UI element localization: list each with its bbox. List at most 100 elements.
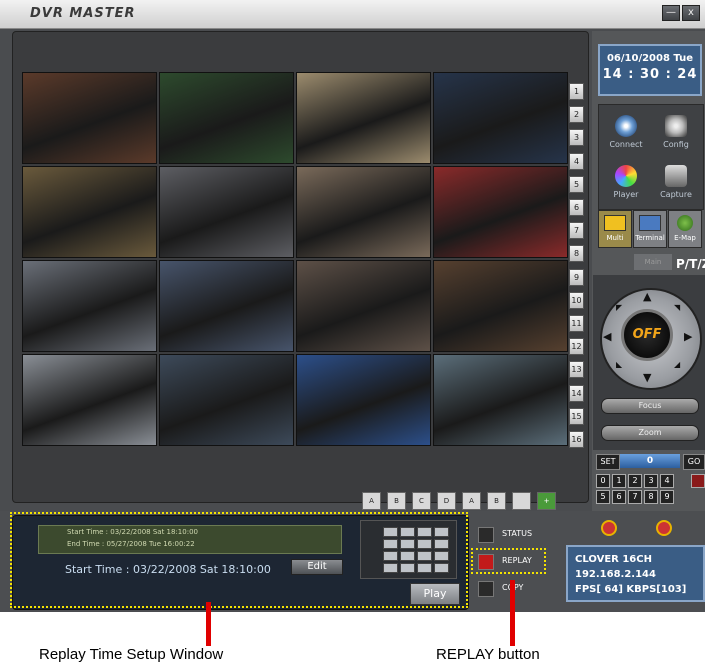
copy-button[interactable]: COPY: [476, 578, 562, 598]
channel-button[interactable]: 15: [569, 407, 584, 425]
layout-button[interactable]: A: [462, 492, 481, 510]
tab-emap[interactable]: E-Map: [668, 210, 702, 248]
layout-button[interactable]: [512, 492, 531, 510]
camera-tile[interactable]: [296, 354, 431, 446]
set-button[interactable]: SET: [596, 454, 620, 470]
ptz-off-button[interactable]: OFF: [621, 309, 673, 361]
preset-number-key[interactable]: 4: [660, 474, 674, 488]
go-button[interactable]: GO: [683, 454, 705, 470]
channel-button[interactable]: 6: [569, 199, 584, 216]
config-button[interactable]: Config: [651, 107, 701, 157]
preset-value: 0: [620, 454, 680, 468]
player-button[interactable]: Player: [601, 157, 651, 207]
channel-button[interactable]: 11: [569, 315, 584, 332]
preset-row: SET 0 GO: [594, 454, 705, 470]
arrow-down-icon[interactable]: ▼: [643, 371, 651, 384]
player-icon: [615, 165, 637, 187]
arrow-down-right-icon[interactable]: ◢: [674, 360, 680, 369]
button-pointer: [510, 580, 515, 646]
emap-icon: [677, 215, 693, 231]
annotation-button-label: REPLAY button: [436, 646, 540, 663]
arrow-down-left-icon[interactable]: ◣: [616, 360, 622, 369]
connect-button[interactable]: Connect: [601, 107, 651, 157]
date-time-display: 06/10/2008 Tue 14 : 30 : 24: [598, 44, 702, 96]
function-buttons: Connect Config Player Capture: [598, 104, 704, 210]
camera-tile[interactable]: [22, 354, 157, 446]
channel-button[interactable]: 2: [569, 106, 584, 124]
focus-slider[interactable]: Focus: [601, 398, 699, 414]
camera-tile[interactable]: [22, 260, 157, 352]
camera-tile[interactable]: [159, 166, 294, 258]
preset-number-key[interactable]: 9: [660, 490, 674, 504]
channel-button[interactable]: 9: [569, 268, 584, 286]
close-button[interactable]: x: [682, 5, 700, 21]
terminal-icon: [639, 215, 661, 231]
channel-button[interactable]: 5: [569, 175, 584, 193]
preset-number-key[interactable]: 0: [596, 474, 610, 488]
title-bar: DVR MASTER — x: [0, 0, 705, 29]
camera-tile[interactable]: [296, 260, 431, 352]
app-title: DVR MASTER: [30, 6, 136, 21]
window-pointer: [206, 602, 211, 646]
connection-status-box: CLOVER 16CH 192.168.2.144 FPS[ 64] KBPS[…: [566, 545, 705, 602]
record-lamp-icon: [601, 520, 617, 536]
arrow-up-left-icon[interactable]: ◤: [616, 303, 622, 312]
channel-button[interactable]: 14: [569, 384, 584, 402]
layout-button[interactable]: A: [362, 492, 381, 510]
camera-tile[interactable]: [159, 354, 294, 446]
layout-button[interactable]: D: [437, 492, 456, 510]
preset-number-key[interactable]: 2: [628, 474, 642, 488]
replay-window-highlight: [10, 512, 468, 608]
channel-button[interactable]: 4: [569, 152, 584, 170]
capture-button[interactable]: Capture: [651, 157, 701, 207]
preset-number-key[interactable]: 3: [644, 474, 658, 488]
zoom-slider[interactable]: Zoom: [601, 425, 699, 441]
clear-key[interactable]: [691, 474, 705, 488]
camera-tile[interactable]: [433, 166, 568, 258]
layout-button[interactable]: B: [387, 492, 406, 510]
camera-tile[interactable]: [159, 260, 294, 352]
channel-button[interactable]: 12: [569, 338, 584, 356]
config-icon: [665, 115, 687, 137]
layout-button[interactable]: B: [487, 492, 506, 510]
ptz-title: P/T/Z: [676, 257, 705, 271]
layout-button[interactable]: +: [537, 492, 556, 510]
camera-tile[interactable]: [22, 72, 157, 164]
multi-icon: [604, 215, 626, 231]
camera-tile[interactable]: [433, 72, 568, 164]
camera-tile[interactable]: [433, 354, 568, 446]
main-layer-label: Main Layer: [634, 254, 672, 282]
arrow-up-right-icon[interactable]: ◥: [674, 303, 680, 312]
camera-tile[interactable]: [296, 166, 431, 258]
channel-button[interactable]: 7: [569, 222, 584, 240]
tab-multi[interactable]: Multi: [598, 210, 632, 248]
preset-number-key[interactable]: 7: [628, 490, 642, 504]
channel-button[interactable]: 1: [569, 83, 584, 100]
arrow-up-icon[interactable]: ▲: [643, 290, 651, 303]
channel-button[interactable]: 16: [569, 431, 584, 448]
channel-button[interactable]: 13: [569, 361, 584, 379]
annotation-window-label: Replay Time Setup Window: [39, 646, 224, 663]
camera-grid: [22, 72, 568, 448]
time-text: 14 : 30 : 24: [602, 67, 698, 82]
date-text: 06/10/2008 Tue: [606, 53, 694, 64]
channel-button[interactable]: 3: [569, 129, 584, 147]
preset-number-key[interactable]: 1: [612, 474, 626, 488]
tab-terminal[interactable]: Terminal: [633, 210, 667, 248]
status-button[interactable]: STATUS: [476, 524, 562, 544]
camera-tile[interactable]: [159, 72, 294, 164]
view-tabs: Multi Terminal E-Map: [598, 210, 702, 248]
channel-button[interactable]: 8: [569, 245, 584, 263]
replay-button-highlight: [471, 548, 546, 574]
camera-tile[interactable]: [22, 166, 157, 258]
preset-number-key[interactable]: 5: [596, 490, 610, 504]
arrow-left-icon[interactable]: ◀: [603, 330, 611, 343]
channel-button[interactable]: 10: [569, 291, 584, 309]
minimize-button[interactable]: —: [662, 5, 680, 21]
arrow-right-icon[interactable]: ▶: [684, 330, 692, 343]
preset-number-key[interactable]: 6: [612, 490, 626, 504]
camera-tile[interactable]: [433, 260, 568, 352]
preset-number-key[interactable]: 8: [644, 490, 658, 504]
camera-tile[interactable]: [296, 72, 431, 164]
layout-button[interactable]: C: [412, 492, 431, 510]
